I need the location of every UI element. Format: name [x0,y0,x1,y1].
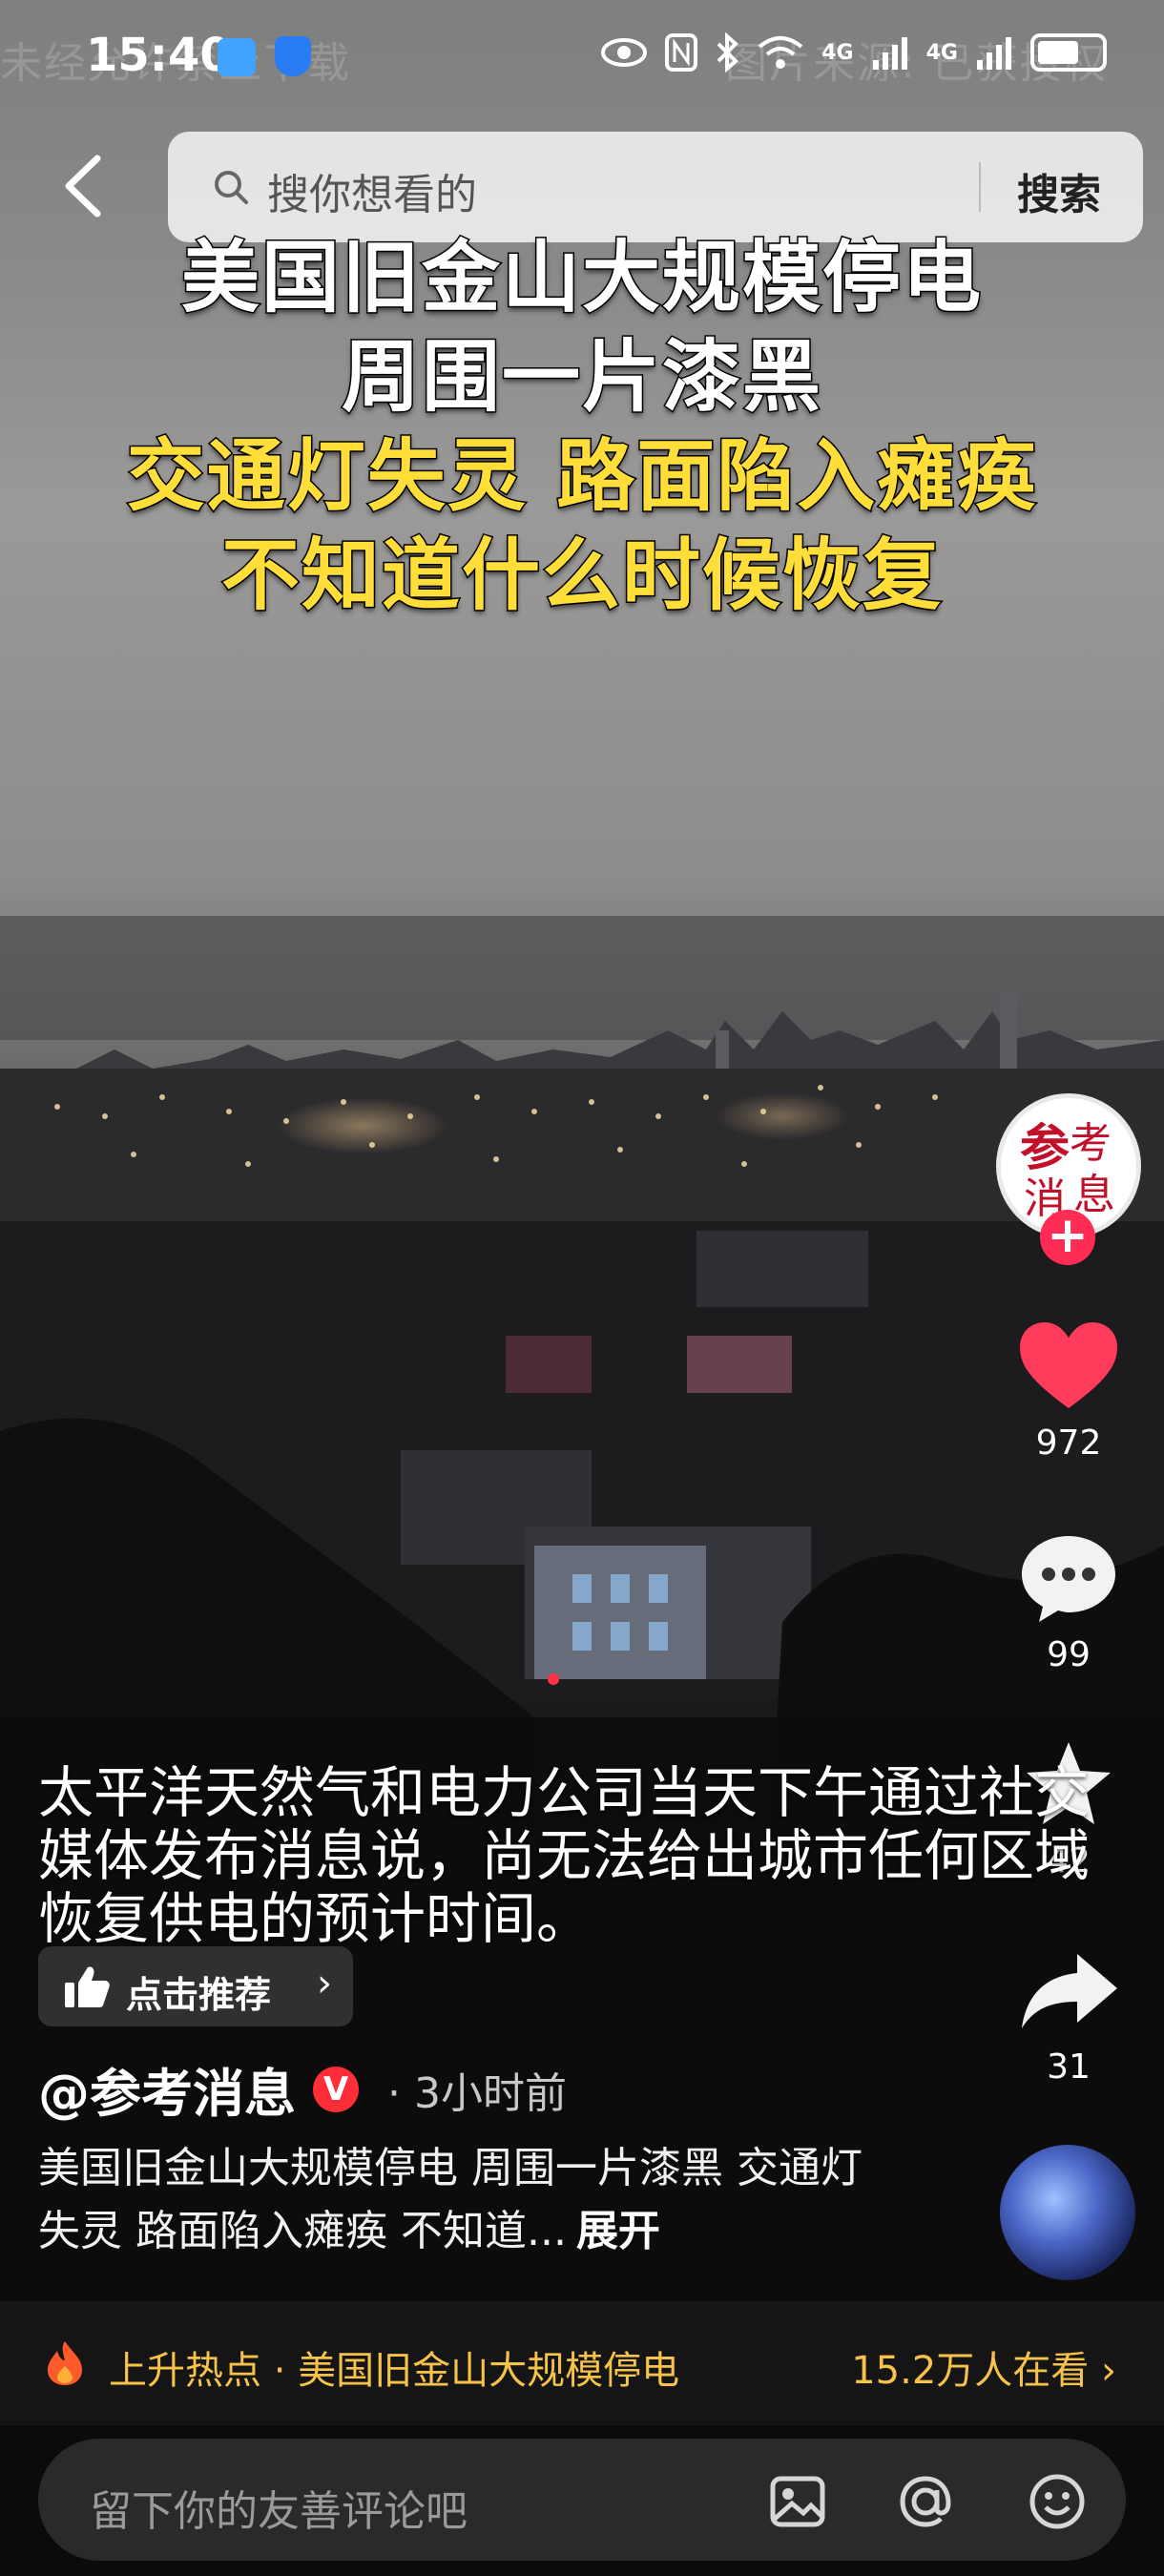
headline-line-1: 美国旧金山大规模停电 [179,232,983,325]
back-arrow-icon[interactable] [55,153,113,219]
network-label-1: 4G [821,40,854,65]
status-bar: 15:40 4G 4G [0,0,1164,114]
follow-button[interactable]: + [1040,1210,1095,1265]
video-headline: 美国旧金山大规模停电 周围一片漆黑 交通灯失灵 路面陷入瘫痪 不知道什么时候恢复 [0,229,1164,626]
emoji-icon[interactable] [1027,2471,1088,2532]
search-divider [979,162,981,212]
share-arrow-icon [1022,1954,1117,2028]
message-app-icon [218,38,256,76]
flame-icon [48,2341,82,2385]
chevron-right-icon: › [317,1962,332,2005]
status-time: 15:40 [86,29,232,82]
video-caption: 太平洋天然气和电力公司当天下午通过社交媒体发布消息说，尚无法给出城市任何区域恢复… [38,1760,1091,1951]
battery-icon [1030,33,1107,72]
thumbs-up-icon [65,1966,110,2007]
like-action[interactable]: 972 [1002,1319,1135,1463]
image-icon[interactable] [767,2471,828,2532]
post-time: · 3小时前 [387,2068,567,2118]
wifi-icon [758,36,803,69]
bluetooth-icon [717,32,739,73]
mention-icon[interactable] [895,2471,956,2532]
music-disc[interactable] [1000,2145,1135,2280]
recommend-label: 点击推荐 [126,1974,272,2016]
search-icon [215,171,248,204]
comment-action[interactable]: 99 [1002,1530,1135,1674]
headline-line-4: 不知道什么时候恢复 [219,530,943,623]
nfc-icon [665,33,698,72]
search-bar[interactable]: 搜你想看的 搜索 [168,132,1143,242]
hot-topic-bar[interactable]: 上升热点 · 美国旧金山大规模停电 15.2万人在看 › [0,2301,1164,2425]
expand-button[interactable]: 展开 [576,2207,660,2255]
author-name[interactable]: @参考消息 [38,2051,296,2127]
comment-count: 99 [1047,1635,1091,1674]
hot-topic-label: 上升热点 · 美国旧金山大规模停电 [109,2349,680,2393]
heart-icon [1020,1322,1117,1408]
signal-icon-1 [872,37,907,70]
comment-input[interactable]: 留下你的友善评论吧 [38,2439,1126,2561]
search-input[interactable]: 搜你想看的 [267,160,477,221]
headline-line-3: 交通灯失灵 路面陷入瘫痪 [125,430,1038,524]
headline-line-2: 周围一片漆黑 [340,331,822,425]
comment-placeholder: 留下你的友善评论吧 [90,2487,468,2536]
shield-app-icon [275,36,311,76]
network-label-2: 4G [925,40,958,65]
eye-icon [601,38,648,67]
comment-bubble-icon [1022,1536,1115,1622]
video-description: 美国旧金山大规模停电 周围一片漆黑 交通灯失灵 路面陷入瘫痪 不知道... 展开 [38,2137,878,2263]
svg-text:考: 考 [1070,1119,1112,1168]
share-count: 31 [1047,2047,1091,2087]
signal-icon-2 [977,37,1011,70]
description-text: 美国旧金山大规模停电 周围一片漆黑 交通灯失灵 路面陷入瘫痪 不知道... [38,2144,863,2255]
hot-topic-views: 15.2万人在看 › [851,2349,1116,2393]
share-action[interactable]: 31 [1002,1946,1135,2087]
verified-badge: V [313,2066,359,2112]
recommend-button[interactable]: 点击推荐 › [38,1946,353,2026]
svg-text:参: 参 [1020,1119,1070,1177]
search-button[interactable]: 搜索 [1017,160,1101,221]
author-row: @参考消息 V · 3小时前 [38,2051,567,2127]
comment-bar: 留下你的友善评论吧 [0,2425,1164,2576]
like-count: 972 [1035,1423,1102,1463]
